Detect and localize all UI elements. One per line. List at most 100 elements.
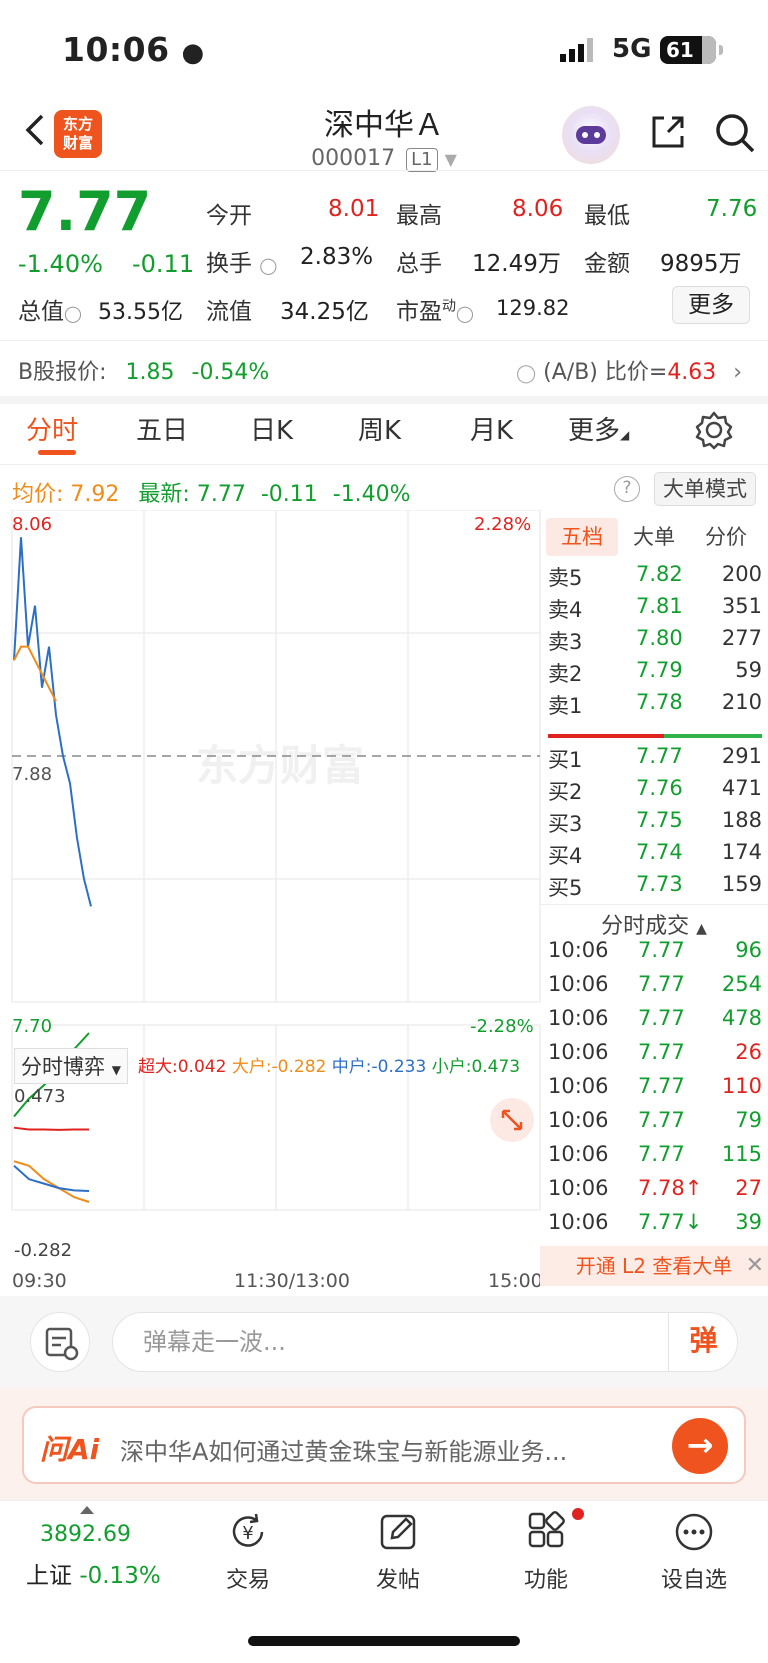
share-icon[interactable] xyxy=(648,112,688,152)
y-axis-bottom-label: 7.70 xyxy=(12,1016,53,1037)
tick-time: 10:06 xyxy=(548,1142,609,1166)
stock-code: 000017 xyxy=(311,146,396,171)
notification-dot xyxy=(572,1508,584,1520)
comment-settings-icon[interactable] xyxy=(30,1312,90,1372)
tick-price: 7.77↓ xyxy=(638,1210,703,1234)
tab-intraday[interactable]: 分时 xyxy=(26,410,78,447)
sub-chart-selector[interactable]: 分时博弈 ▼ xyxy=(14,1048,128,1084)
tab-weekly-k[interactable]: 周K xyxy=(358,410,401,447)
tick-price: 7.77 xyxy=(638,1108,685,1132)
level-volume: 210 xyxy=(721,690,762,714)
tick-volume: 110 xyxy=(721,1074,762,1098)
low-label: 最低 xyxy=(584,203,630,229)
ai-robot-avatar[interactable] xyxy=(562,106,620,164)
intraday-chart[interactable]: 东方财富 xyxy=(0,510,545,1280)
ask-level-row[interactable]: 卖5 7.82 200 xyxy=(548,562,762,592)
apps-icon xyxy=(528,1511,565,1548)
nav-add-watchlist[interactable]: 设自选 xyxy=(634,1510,754,1594)
level-label: 买4 xyxy=(548,844,583,868)
tick-price: 7.77 xyxy=(638,1142,685,1166)
arrow-right-icon[interactable]: → xyxy=(672,1418,728,1474)
y-axis-top-label: 8.06 xyxy=(12,514,53,535)
tick-row: 10:06 7.77 254 xyxy=(548,972,762,1004)
index-value[interactable]: 3892.69 xyxy=(40,1522,131,1547)
ab-ratio[interactable]: ◯ (A/B) 比价=4.63 › xyxy=(516,354,742,386)
tick-price: 7.77 xyxy=(638,1040,685,1064)
bid-level-row[interactable]: 买1 7.77 291 xyxy=(548,744,762,774)
home-indicator xyxy=(248,1636,520,1646)
tick-row: 10:06 7.77 79 xyxy=(548,1108,762,1140)
l2-upgrade-banner[interactable]: 开通 L2 查看大单 ✕ xyxy=(540,1246,768,1286)
close-icon[interactable]: ✕ xyxy=(746,1246,764,1286)
market-cap-label[interactable]: 总值◯ xyxy=(18,292,82,326)
search-icon[interactable] xyxy=(714,112,756,154)
bid-level-row[interactable]: 买3 7.75 188 xyxy=(548,808,762,838)
tab-price-distribution[interactable]: 分价 xyxy=(690,518,762,556)
level-price: 7.79 xyxy=(636,658,683,682)
ask-level-row[interactable]: 卖1 7.78 210 xyxy=(548,690,762,720)
ask-level-row[interactable]: 卖2 7.79 59 xyxy=(548,658,762,688)
level-label: 卖3 xyxy=(548,630,583,654)
gear-icon[interactable] xyxy=(694,410,734,450)
level-volume: 59 xyxy=(735,658,762,682)
level-volume: 188 xyxy=(721,808,762,832)
more-button[interactable]: 更多 xyxy=(672,286,750,324)
tab-five-day[interactable]: 五日 xyxy=(136,410,188,447)
level-volume: 291 xyxy=(721,744,762,768)
nav-functions[interactable]: 功能 xyxy=(486,1510,606,1594)
nav-post[interactable]: 发帖 xyxy=(338,1510,458,1594)
turnover-label[interactable]: 换手 ◯ xyxy=(206,244,277,278)
expand-icon[interactable] xyxy=(490,1098,534,1142)
tab-more[interactable]: 更多◢ xyxy=(568,410,629,447)
bid-level-row[interactable]: 买4 7.74 174 xyxy=(548,840,762,870)
help-icon[interactable]: ? xyxy=(614,476,640,502)
danmu-button[interactable]: 弹 xyxy=(668,1312,738,1372)
bid-level-row[interactable]: 买5 7.73 159 xyxy=(548,872,762,902)
open-label: 今开 xyxy=(206,203,252,229)
edit-icon xyxy=(380,1514,416,1550)
level-volume: 351 xyxy=(721,594,762,618)
svg-text:¥: ¥ xyxy=(242,1523,253,1544)
level-price: 7.81 xyxy=(636,594,683,618)
chevron-up-icon[interactable] xyxy=(80,1506,94,1514)
tick-volume: 254 xyxy=(721,972,762,996)
sub-y-top-label: 0.473 xyxy=(14,1086,66,1107)
pe-label[interactable]: 市盈动◯ xyxy=(396,292,474,326)
current-price: 7.77 xyxy=(18,180,152,243)
tab-monthly-k[interactable]: 月K xyxy=(470,410,513,447)
tab-five-levels[interactable]: 五档 xyxy=(546,518,618,556)
ticks-title[interactable]: 分时成交 ▲ xyxy=(546,908,762,940)
tick-row: 10:06 7.77 115 xyxy=(548,1142,762,1174)
tick-time: 10:06 xyxy=(548,1210,609,1234)
level-label: 买3 xyxy=(548,812,583,836)
chevron-down-icon: ▼ xyxy=(444,150,457,169)
tick-time: 10:06 xyxy=(548,1006,609,1030)
danmu-input[interactable]: 弹幕走一波... xyxy=(112,1312,738,1372)
ai-prompt-text[interactable]: 深中华A如何通过黄金珠宝与新能源业务... xyxy=(120,1432,640,1467)
tick-volume: 27 xyxy=(735,1176,762,1200)
orderbook-tabs: 五档 大单 分价 xyxy=(546,518,764,558)
ask-level-row[interactable]: 卖4 7.81 351 xyxy=(548,594,762,624)
tick-time: 10:06 xyxy=(548,1108,609,1132)
change-amount: -0.11 xyxy=(132,250,195,278)
pe-value: 129.82 xyxy=(496,296,570,320)
big-order-mode-button[interactable]: 大单模式 xyxy=(654,472,756,506)
bid-level-row[interactable]: 买2 7.76 471 xyxy=(548,776,762,806)
nav-trade[interactable]: ¥ 交易 xyxy=(188,1510,308,1594)
tick-volume: 39 xyxy=(735,1210,762,1234)
index-name[interactable]: 上证 -0.13% xyxy=(26,1556,161,1590)
level-label: 卖1 xyxy=(548,694,583,718)
tick-time: 10:06 xyxy=(548,972,609,996)
tab-daily-k[interactable]: 日K xyxy=(250,410,293,447)
legend-item: 中户:-0.233 xyxy=(331,1057,427,1077)
amount-value: 9895万 xyxy=(660,251,742,277)
tick-volume: 96 xyxy=(735,938,762,962)
b-share-row[interactable]: B股报价: 1.85 -0.54% xyxy=(18,354,269,386)
tick-row: 10:06 7.77 478 xyxy=(548,1006,762,1038)
price-info-row: 均价: 7.92 最新: 7.77 -0.11 -1.40% xyxy=(12,482,411,507)
tab-big-orders[interactable]: 大单 xyxy=(618,518,690,556)
tick-row: 10:06 7.77 110 xyxy=(548,1074,762,1106)
ask-level-row[interactable]: 卖3 7.80 277 xyxy=(548,626,762,656)
high-label: 最高 xyxy=(396,203,442,229)
tick-volume: 115 xyxy=(721,1142,762,1166)
